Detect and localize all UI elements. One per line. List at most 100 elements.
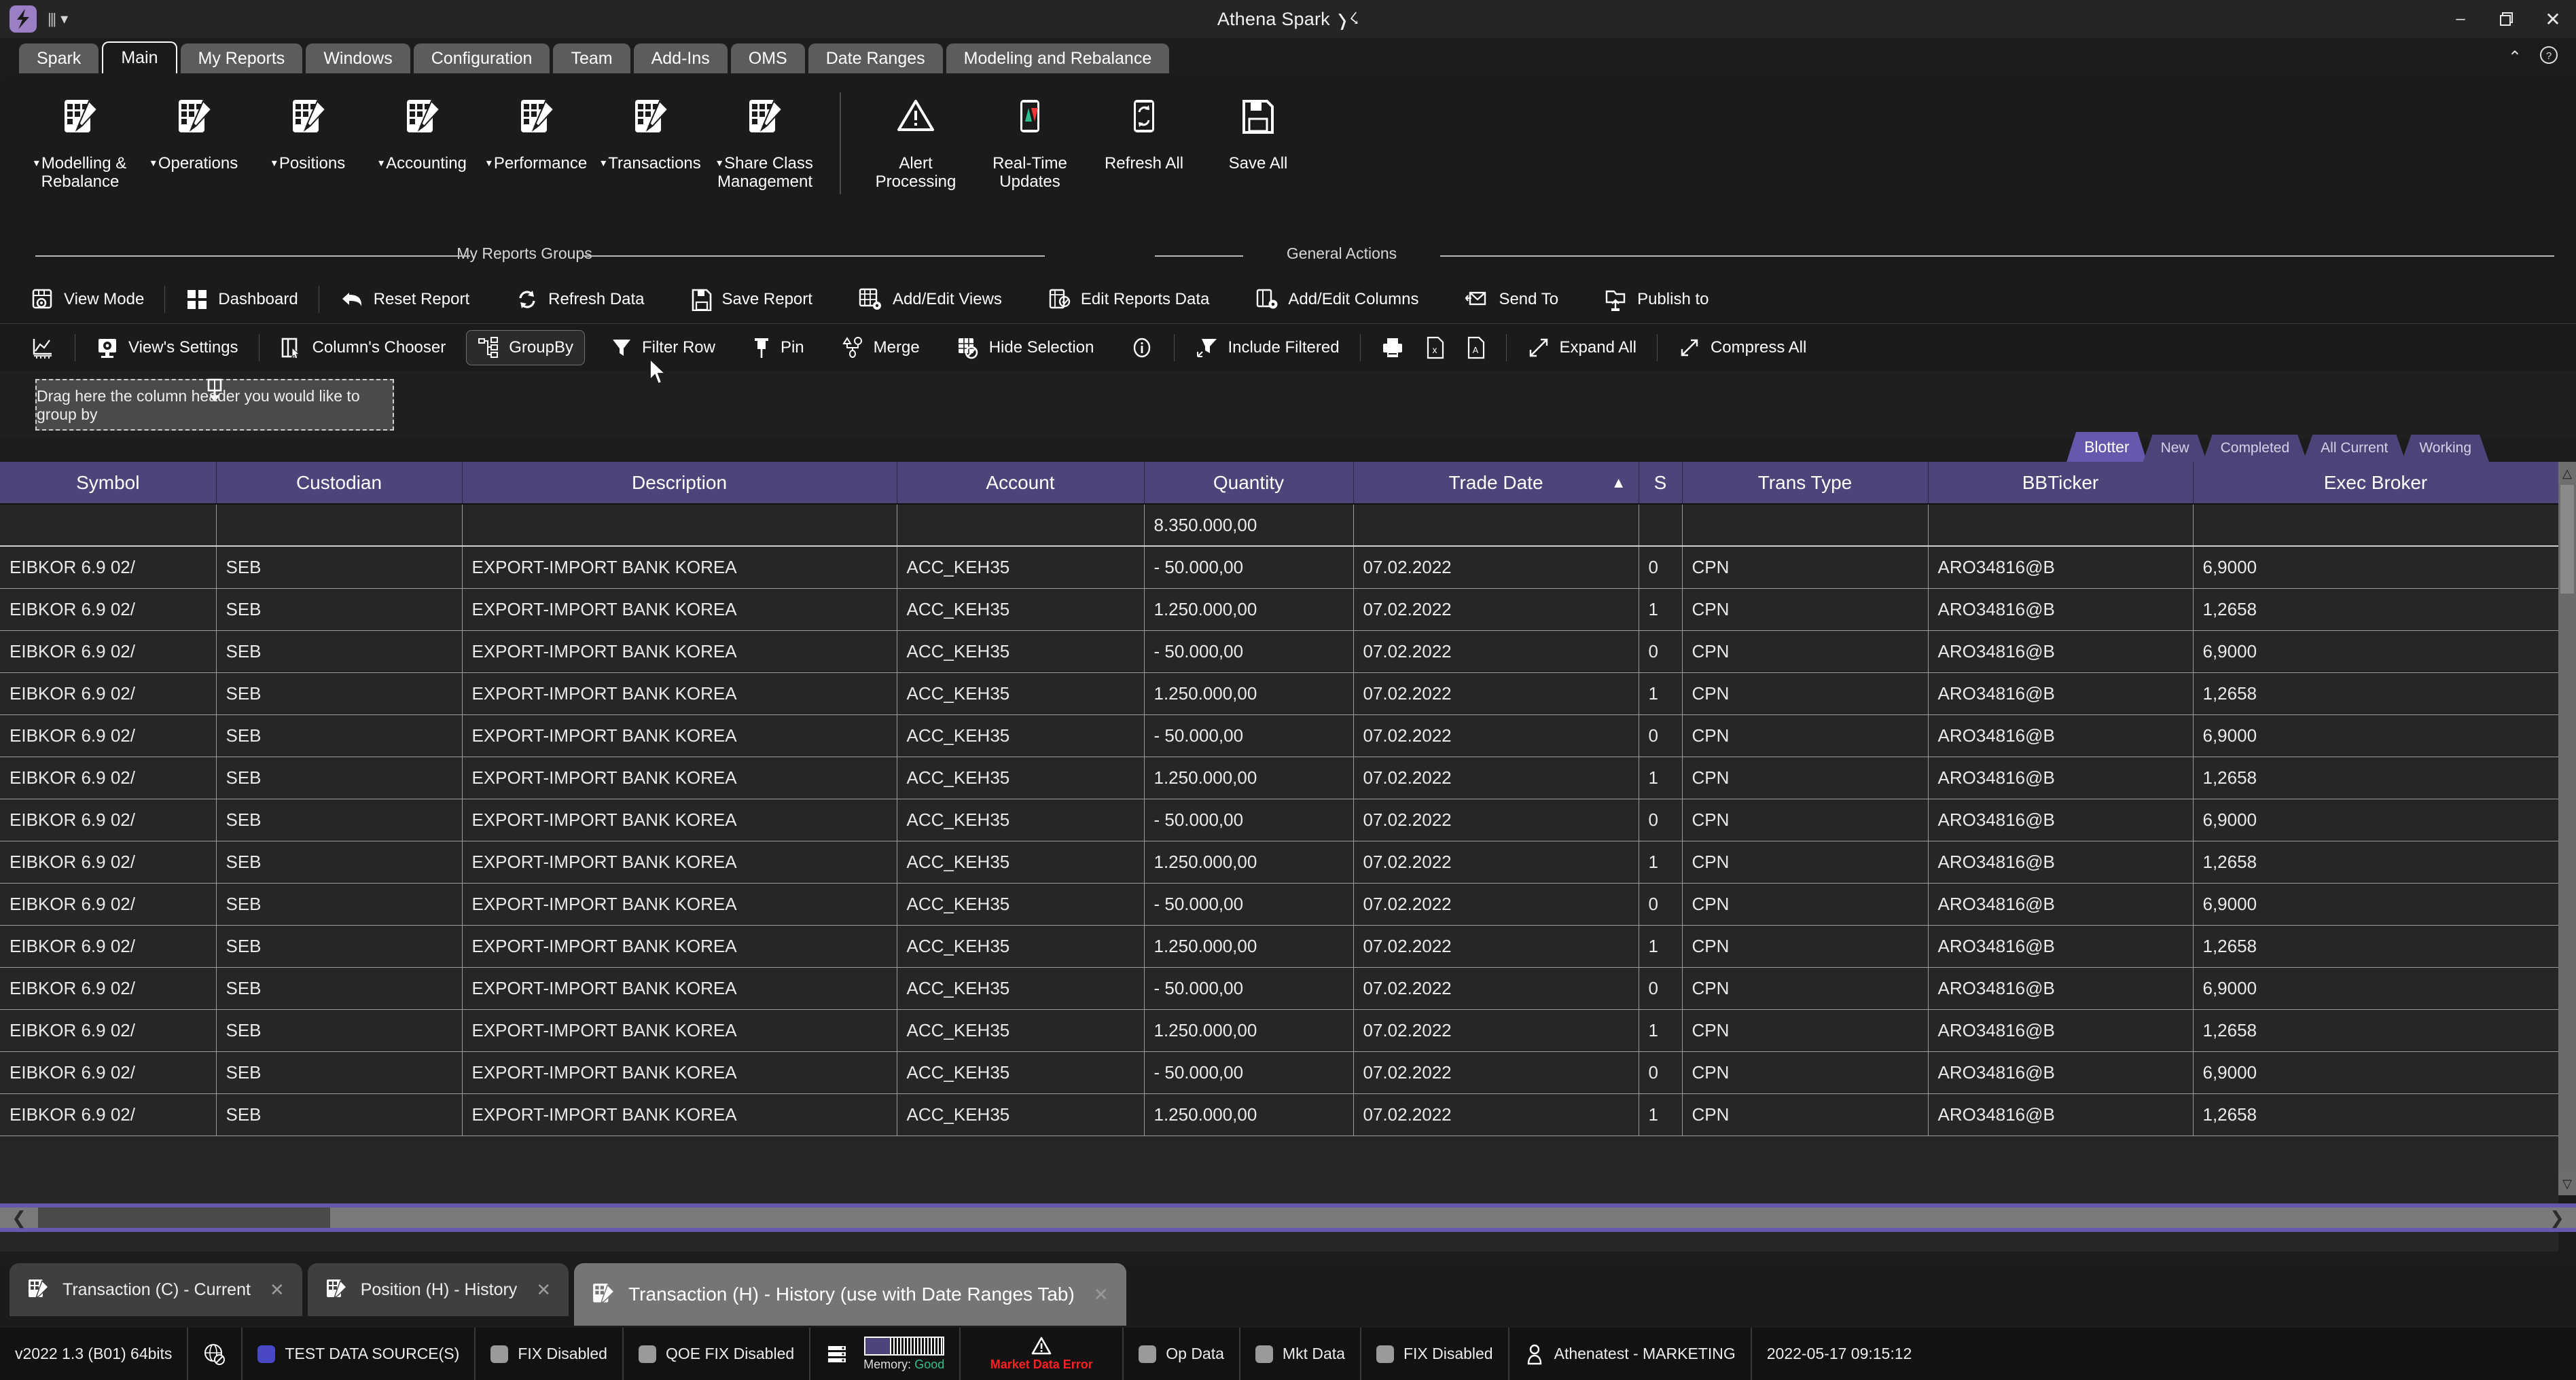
doc-tab-transaction-history[interactable]: Transaction (H) - History (use with Date… bbox=[574, 1263, 1126, 1326]
scroll-down-arrow[interactable]: ▽ bbox=[2558, 1172, 2576, 1195]
add-edit-columns-button[interactable]: Add/Edit Columns bbox=[1245, 283, 1429, 316]
status-fix-disabled-2[interactable]: FIX Disabled bbox=[1361, 1328, 1509, 1380]
minimize-button[interactable]: – bbox=[2437, 0, 2484, 38]
status-connection[interactable] bbox=[188, 1328, 243, 1380]
send-to-button[interactable]: Send To bbox=[1454, 284, 1569, 315]
status-op-data[interactable]: Op Data bbox=[1124, 1328, 1240, 1380]
groupby-button[interactable]: GroupBy bbox=[466, 330, 585, 365]
scroll-up-arrow[interactable]: △ bbox=[2558, 462, 2576, 485]
compress-all-button[interactable]: Compress All bbox=[1667, 331, 1817, 365]
ribbon-button-refresh-all[interactable]: Refresh All bbox=[1087, 86, 1201, 173]
table-row[interactable]: EIBKOR 6.9 02/ SEB EXPORT-IMPORT BANK KO… bbox=[0, 588, 2576, 630]
view-tab-completed[interactable]: Completed bbox=[2203, 435, 2308, 462]
ribbon-button-performance[interactable]: ▾Performance bbox=[480, 86, 594, 173]
hide-selection-button[interactable]: Hide Selection bbox=[946, 331, 1105, 365]
collapse-ribbon-icon[interactable]: ⌃ bbox=[2508, 48, 2522, 67]
refresh-data-button[interactable]: Refresh Data bbox=[505, 283, 655, 316]
status-qoe-fix-disabled[interactable]: QOE FIX Disabled bbox=[624, 1328, 810, 1380]
status-market-data-error[interactable]: Market Data Error bbox=[961, 1328, 1124, 1380]
table-row[interactable]: EIBKOR 6.9 02/ SEB EXPORT-IMPORT BANK KO… bbox=[0, 630, 2576, 672]
column-header-custodian[interactable]: Custodian bbox=[216, 462, 462, 504]
table-row[interactable]: EIBKOR 6.9 02/ SEB EXPORT-IMPORT BANK KO… bbox=[0, 799, 2576, 841]
column-header-bbticker[interactable]: BBTicker bbox=[1928, 462, 2193, 504]
status-fix-disabled[interactable]: FIX Disabled bbox=[476, 1328, 624, 1380]
chart-ruler-button[interactable] bbox=[20, 331, 65, 365]
view-tab-working[interactable]: Working bbox=[2401, 435, 2489, 462]
grid-horizontal-scrollbar[interactable]: ❮ ❯ bbox=[0, 1203, 2576, 1232]
help-icon[interactable]: ? bbox=[2539, 46, 2558, 69]
ribbon-button-accounting[interactable]: ▾Accounting bbox=[365, 86, 480, 173]
scroll-left-arrow[interactable]: ❮ bbox=[0, 1208, 38, 1229]
spark-logo-icon[interactable] bbox=[10, 5, 37, 33]
scroll-thumb-horizontal[interactable] bbox=[38, 1208, 330, 1228]
save-report-button[interactable]: Save Report bbox=[680, 283, 823, 316]
expand-all-button[interactable]: Expand All bbox=[1516, 331, 1647, 365]
status-memory[interactable]: Memory: Good bbox=[810, 1328, 961, 1380]
doc-tab-position-history[interactable]: Position (H) - History ✕ bbox=[308, 1263, 569, 1316]
grid-vertical-scrollbar[interactable]: △ ▽ bbox=[2558, 462, 2576, 1195]
close-icon[interactable]: ✕ bbox=[536, 1279, 551, 1301]
close-icon[interactable]: ✕ bbox=[1094, 1284, 1109, 1305]
close-icon[interactable]: ✕ bbox=[270, 1279, 285, 1301]
export-pdf-button[interactable]: A bbox=[1456, 331, 1497, 365]
view-tab-all-current[interactable]: All Current bbox=[2303, 435, 2405, 462]
status-data-source[interactable]: TEST DATA SOURCE(S) bbox=[243, 1328, 476, 1380]
column-header-symbol[interactable]: Symbol bbox=[0, 462, 216, 504]
table-row[interactable]: EIBKOR 6.9 02/ SEB EXPORT-IMPORT BANK KO… bbox=[0, 546, 2576, 588]
views-settings-button[interactable]: View's Settings bbox=[85, 331, 249, 365]
column-header-trans-type[interactable]: Trans Type bbox=[1682, 462, 1928, 504]
export-excel-button[interactable]: x bbox=[1415, 331, 1456, 365]
table-row[interactable]: EIBKOR 6.9 02/ SEB EXPORT-IMPORT BANK KO… bbox=[0, 883, 2576, 925]
view-mode-button[interactable]: View Mode bbox=[20, 283, 155, 316]
columns-chooser-button[interactable]: Column's Chooser bbox=[269, 331, 457, 365]
status-user[interactable]: Athenatest - MARKETING bbox=[1509, 1328, 1752, 1380]
include-filtered-button[interactable]: Include Filtered bbox=[1184, 331, 1350, 365]
ribbon-button-positions[interactable]: ▾Positions bbox=[251, 86, 365, 173]
table-row[interactable]: EIBKOR 6.9 02/ SEB EXPORT-IMPORT BANK KO… bbox=[0, 1009, 2576, 1051]
table-row[interactable]: EIBKOR 6.9 02/ SEB EXPORT-IMPORT BANK KO… bbox=[0, 1093, 2576, 1136]
dashboard-button[interactable]: Dashboard bbox=[175, 283, 308, 316]
table-row[interactable]: EIBKOR 6.9 02/ SEB EXPORT-IMPORT BANK KO… bbox=[0, 757, 2576, 799]
table-row[interactable]: EIBKOR 6.9 02/ SEB EXPORT-IMPORT BANK KO… bbox=[0, 967, 2576, 1009]
ribbon-button-modelling-rebalance[interactable]: ▾Modelling & Rebalance bbox=[23, 86, 137, 192]
column-header-description[interactable]: Description bbox=[462, 462, 897, 504]
ribbon-tab-add-ins[interactable]: Add-Ins bbox=[634, 43, 728, 73]
ribbon-tab-spark[interactable]: Spark bbox=[19, 43, 99, 73]
ribbon-tab-team[interactable]: Team bbox=[553, 43, 630, 73]
table-row[interactable]: EIBKOR 6.9 02/ SEB EXPORT-IMPORT BANK KO… bbox=[0, 1051, 2576, 1093]
chevron-down-icon[interactable]: ▾ bbox=[60, 10, 68, 28]
merge-button[interactable]: Merge bbox=[830, 331, 931, 365]
close-button[interactable]: ✕ bbox=[2530, 0, 2576, 38]
ribbon-tab-windows[interactable]: Windows bbox=[306, 43, 410, 73]
groupby-drop-zone[interactable]: Drag here the column header you would li… bbox=[35, 379, 394, 431]
column-header-s[interactable]: S bbox=[1639, 462, 1682, 504]
ribbon-button-alert-processing[interactable]: Alert Processing bbox=[859, 86, 973, 192]
ribbon-tab-main[interactable]: Main bbox=[102, 41, 177, 73]
table-row[interactable]: EIBKOR 6.9 02/ SEB EXPORT-IMPORT BANK KO… bbox=[0, 841, 2576, 883]
publish-to-button[interactable]: Publish to bbox=[1594, 282, 1719, 317]
reset-report-button[interactable]: Reset Report bbox=[329, 284, 480, 315]
pin-button[interactable]: Pin bbox=[741, 331, 815, 365]
ribbon-tab-oms[interactable]: OMS bbox=[731, 43, 805, 73]
ribbon-tab-date-ranges[interactable]: Date Ranges bbox=[808, 43, 943, 73]
table-row[interactable]: EIBKOR 6.9 02/ SEB EXPORT-IMPORT BANK KO… bbox=[0, 925, 2576, 967]
restore-button[interactable] bbox=[2484, 0, 2530, 38]
info-button[interactable] bbox=[1120, 331, 1164, 365]
status-mkt-data[interactable]: Mkt Data bbox=[1240, 1328, 1361, 1380]
ribbon-button-real-time-updates[interactable]: Real-Time Updates bbox=[973, 86, 1087, 192]
window-controls[interactable]: – ✕ bbox=[2437, 0, 2576, 38]
column-header-trade-date[interactable]: Trade Date ▲ bbox=[1353, 462, 1639, 504]
ribbon-button-save-all[interactable]: Save All bbox=[1201, 86, 1315, 173]
ribbon-button-share-class-management[interactable]: ▾Share Class Management bbox=[708, 86, 822, 192]
table-row[interactable]: EIBKOR 6.9 02/ SEB EXPORT-IMPORT BANK KO… bbox=[0, 714, 2576, 757]
ribbon-button-operations[interactable]: ▾Operations bbox=[137, 86, 251, 173]
ribbon-tab-modeling-rebalance[interactable]: Modeling and Rebalance bbox=[946, 43, 1170, 73]
ribbon-tab-my-reports[interactable]: My Reports bbox=[181, 43, 303, 73]
quick-access-toolbar[interactable]: ||| ▾ bbox=[48, 10, 68, 28]
ribbon-tab-configuration[interactable]: Configuration bbox=[414, 43, 550, 73]
view-tab-blotter[interactable]: Blotter bbox=[2067, 432, 2147, 462]
scroll-thumb[interactable] bbox=[2560, 485, 2574, 594]
table-row[interactable]: EIBKOR 6.9 02/ SEB EXPORT-IMPORT BANK KO… bbox=[0, 672, 2576, 714]
print-button[interactable] bbox=[1370, 331, 1415, 364]
column-header-quantity[interactable]: Quantity bbox=[1144, 462, 1353, 504]
